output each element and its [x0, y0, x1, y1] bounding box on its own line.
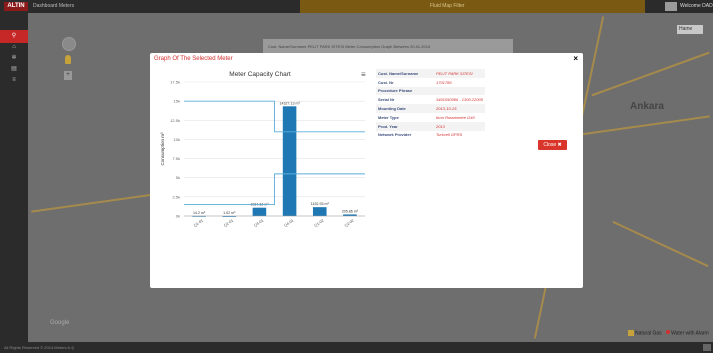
footer: All Rights Reserved © 2014 Meters A.Ş.	[0, 342, 713, 353]
detail-key: Mounting Date	[376, 104, 434, 113]
user-menu[interactable]: Welcome DAD	[680, 3, 713, 9]
detail-key: Prod. Year	[376, 121, 434, 131]
banner: Fluid Map Filter	[300, 0, 645, 13]
x-tick-label: Q1-01	[193, 219, 204, 228]
detail-row: Meter Type Itron Rotarimetre G40	[376, 113, 485, 122]
x-tick-label: Q2-01	[223, 219, 234, 228]
detail-row: Mounting Date 2013-10-25	[376, 104, 485, 113]
threshold-line	[184, 100, 365, 133]
x-tick-label: Q3-01	[253, 219, 264, 228]
bar	[312, 207, 327, 216]
detail-row: Cust. Nr 1701786	[376, 78, 485, 87]
details-table: Cust. Name/Surname PELIT PARK SITESI Cust.…	[376, 69, 485, 139]
list-icon: ≡	[12, 77, 16, 83]
detail-row: Network Provider Turkcell GPRS	[376, 131, 485, 140]
detail-row: Serial Nr 3401050086 - 1300.22005	[376, 95, 485, 104]
bar	[252, 207, 267, 216]
x-tick-label: Q4-01	[284, 219, 295, 228]
zoom-in-button[interactable]: +	[64, 71, 72, 80]
streetview-pegman-icon[interactable]	[65, 55, 71, 64]
top-bar: ALTIN Dashboard Meters Fluid Map Filter …	[0, 0, 713, 13]
threshold-line	[184, 173, 365, 205]
map-road	[612, 220, 709, 268]
modal-title: Graph Of The Selected Meter	[154, 56, 233, 62]
map-type-select[interactable]: Hame	[677, 25, 703, 34]
detail-row: Cust. Name/Surname PELIT PARK SITESI	[376, 69, 485, 78]
banner-label: Fluid Map Filter	[430, 3, 465, 9]
pan-control[interactable]	[62, 37, 76, 51]
meter-graph-modal: Graph Of The Selected Meter × Meter Capa…	[150, 53, 583, 288]
city-label: Ankara	[630, 101, 664, 112]
y-tick-label: 5k	[176, 175, 180, 180]
detail-row: Prod. Year 2013	[376, 121, 485, 131]
map-legend: Natural Gas Water with Alarm	[628, 330, 709, 336]
detail-key: Serial Nr	[378, 97, 395, 103]
chart-menu-icon[interactable]: ≡	[361, 70, 366, 79]
y-tick-label: 17.5k	[170, 80, 180, 85]
detail-value: 3401050086 - 1300.22005	[436, 97, 483, 103]
close-icon[interactable]: ×	[573, 54, 578, 63]
detail-value: PELIT PARK SITESI	[434, 69, 485, 78]
sidebar: ⚲ ⌂ ✲ ▤ ≡	[0, 13, 28, 342]
bar	[282, 106, 297, 216]
app-logo[interactable]: ALTIN	[4, 2, 28, 11]
y-tick-label: 12.5k	[170, 118, 180, 123]
alarm-dot-icon	[666, 330, 671, 335]
close-button[interactable]: Close ✖	[538, 140, 567, 150]
settings-icon: ✲	[11, 55, 17, 61]
y-tick-label: 0k	[176, 214, 180, 219]
y-axis-label: Consumption m³	[160, 132, 165, 166]
detail-key: Cust. Name/Surname	[376, 69, 434, 78]
x-tick-label: Q1-02	[314, 219, 325, 228]
google-logo: Google	[50, 320, 70, 326]
x-tick-label: Q2-02	[344, 219, 355, 228]
detail-key: Meter Type	[378, 114, 399, 120]
y-tick-label: 15k	[174, 99, 180, 104]
detail-value: Itron Rotarimetre G40	[436, 114, 475, 120]
chart-icon: ▤	[11, 66, 17, 72]
detail-value: 2013	[434, 121, 485, 131]
map-marker-icon: ⚲	[11, 33, 17, 39]
data-label: 14.2 m³	[193, 211, 206, 215]
detail-value: 1701786	[436, 79, 452, 85]
home-icon: ⌂	[12, 44, 16, 50]
data-label: 14327.13 m³	[279, 101, 300, 105]
chart-title: Meter Capacity Chart	[229, 71, 291, 78]
detail-row: Procedure Phrase	[376, 86, 485, 96]
meter-details: Cust. Name/Surname PELIT PARK SITESI Cust.…	[376, 69, 576, 150]
map-road	[591, 51, 710, 97]
detail-value: Turkcell GPRS	[436, 132, 463, 138]
app-title: Dashboard Meters	[33, 3, 75, 9]
sidebar-item-list[interactable]: ≡	[0, 74, 28, 87]
meter-capacity-chart: Meter Capacity Chart ≡ 0k 2.5k 5k 7.5k 10k 12…	[150, 69, 372, 254]
copyright: All Rights Reserved © 2014 Meters A.Ş.	[4, 345, 75, 350]
detail-key: Network Provider	[378, 132, 412, 138]
detail-value: 2013-10-25	[434, 104, 485, 113]
detail-key: Cust. Nr	[378, 79, 394, 85]
data-label: 205.86 m³	[342, 209, 359, 213]
legend-gas: Natural Gas	[635, 330, 662, 337]
data-label: 1.02 m³	[223, 211, 236, 215]
y-tick-label: 2.5k	[172, 194, 180, 199]
avatar[interactable]	[665, 2, 677, 11]
y-tick-label: 7.5k	[172, 156, 180, 161]
legend-water: Water with Alarm	[671, 330, 709, 337]
y-tick-label: 10k	[174, 137, 180, 142]
footer-button[interactable]	[703, 344, 711, 351]
data-label: 1152.93 m³	[311, 202, 330, 206]
gas-icon	[628, 330, 634, 336]
detail-value	[434, 86, 485, 96]
detail-key: Procedure Phrase	[376, 86, 434, 96]
chart-svg: 0k 2.5k 5k 7.5k 10k 12.5k 15k 17.5k Consumption …	[160, 80, 365, 228]
